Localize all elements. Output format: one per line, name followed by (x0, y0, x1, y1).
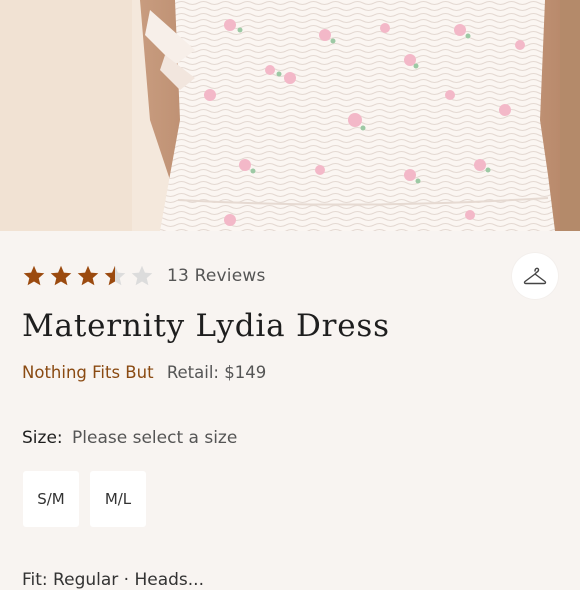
size-options: S/M M/L (23, 471, 146, 527)
size-prompt: Please select a size (72, 428, 238, 448)
rating-row[interactable]: 13 Reviews (22, 262, 266, 290)
product-image[interactable] (0, 0, 580, 231)
brand-link[interactable]: Nothing Fits But (22, 363, 154, 382)
size-row: Size: Please select a size (22, 428, 237, 448)
brand-row: Nothing Fits But Retail: $149 (22, 363, 266, 382)
hanger-icon (523, 267, 547, 285)
star-icon (50, 265, 72, 286)
star-icon (23, 265, 45, 286)
retail-price: Retail: $149 (166, 363, 267, 382)
star-icon (131, 265, 153, 286)
size-option-ml[interactable]: M/L (90, 471, 146, 527)
dress-photo (0, 0, 580, 231)
fit-row: Fit: Regular · Heads... (22, 570, 204, 590)
star-rating (22, 264, 154, 288)
star-icon (104, 265, 126, 286)
star-icon (77, 265, 99, 286)
reviews-link[interactable]: 13 Reviews (167, 266, 266, 286)
product-title: Maternity Lydia Dress (22, 308, 390, 344)
size-option-sm[interactable]: S/M (23, 471, 79, 527)
size-label: Size: (22, 428, 63, 448)
save-button[interactable] (512, 253, 558, 299)
